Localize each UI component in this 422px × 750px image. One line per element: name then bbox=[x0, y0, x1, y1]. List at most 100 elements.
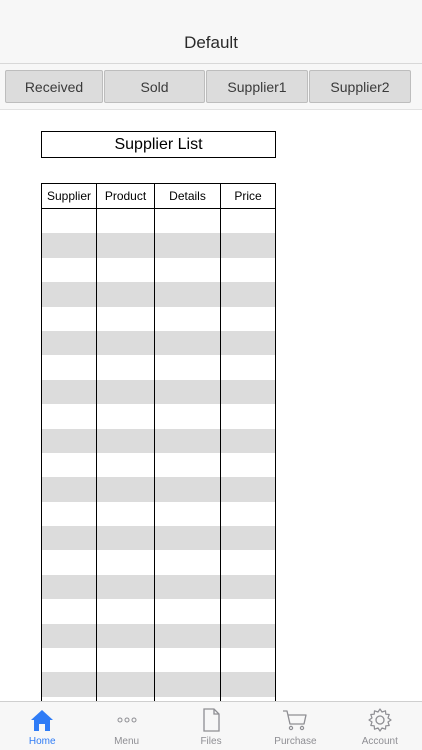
table-cell bbox=[221, 307, 275, 331]
table-cell bbox=[155, 306, 221, 331]
file-icon bbox=[203, 708, 220, 732]
supplier-table: Supplier Product Details Price bbox=[41, 183, 276, 703]
table-row[interactable] bbox=[42, 379, 275, 405]
supplier-list-title: Supplier List bbox=[41, 131, 276, 158]
table-cell bbox=[155, 672, 221, 697]
table-cell bbox=[155, 574, 221, 600]
tab-files[interactable]: Files bbox=[169, 702, 253, 750]
table-cell bbox=[221, 331, 275, 355]
table-cell bbox=[221, 355, 275, 379]
tab-purchase[interactable]: Purchase bbox=[253, 702, 337, 750]
table-cell bbox=[97, 306, 155, 331]
table-cell bbox=[42, 379, 97, 405]
table-row[interactable] bbox=[42, 330, 275, 356]
table-cell bbox=[155, 550, 221, 575]
table-cell bbox=[97, 452, 155, 478]
segment-supplier2[interactable]: Supplier2 bbox=[309, 70, 411, 103]
tab-files-label: Files bbox=[200, 736, 222, 747]
table-cell bbox=[155, 599, 221, 624]
table-cell bbox=[221, 429, 275, 453]
table-row[interactable] bbox=[42, 648, 275, 673]
table-cell bbox=[42, 477, 97, 502]
table-row[interactable] bbox=[42, 452, 275, 478]
table-row[interactable] bbox=[42, 599, 275, 624]
column-header-details: Details bbox=[155, 184, 221, 208]
table-cell bbox=[42, 452, 97, 478]
tab-menu[interactable]: Menu bbox=[84, 702, 168, 750]
table-cell bbox=[97, 477, 155, 502]
table-row[interactable] bbox=[42, 477, 275, 502]
table-cell bbox=[155, 355, 221, 380]
table-cell bbox=[97, 355, 155, 380]
table-cell bbox=[97, 404, 155, 429]
table-cell bbox=[42, 648, 97, 673]
navigation-bar: Default bbox=[0, 0, 422, 64]
table-cell bbox=[97, 233, 155, 258]
table-cell bbox=[42, 574, 97, 600]
cart-icon bbox=[283, 710, 308, 731]
table-row[interactable] bbox=[42, 209, 275, 234]
table-cell bbox=[155, 477, 221, 502]
table-cell bbox=[42, 330, 97, 356]
table-row[interactable] bbox=[42, 428, 275, 453]
table-cell bbox=[155, 526, 221, 551]
table-cell bbox=[221, 526, 275, 550]
segment-supplier1[interactable]: Supplier1 bbox=[206, 70, 308, 103]
table-cell bbox=[42, 623, 97, 649]
table-row[interactable] bbox=[42, 306, 275, 331]
table-cell bbox=[221, 624, 275, 648]
tab-account[interactable]: Account bbox=[338, 702, 422, 750]
table-header: Supplier Product Details Price bbox=[42, 184, 275, 209]
table-cell bbox=[221, 404, 275, 428]
table-cell bbox=[221, 258, 275, 282]
table-row[interactable] bbox=[42, 550, 275, 575]
table-cell bbox=[97, 501, 155, 527]
dots-icon bbox=[117, 717, 137, 723]
table-cell bbox=[97, 526, 155, 551]
table-cell bbox=[221, 282, 275, 306]
table-cell bbox=[97, 672, 155, 697]
table-cell bbox=[155, 209, 221, 234]
tab-purchase-label: Purchase bbox=[274, 736, 317, 747]
table-cell bbox=[97, 648, 155, 673]
table-cell bbox=[155, 428, 221, 453]
table-row[interactable] bbox=[42, 623, 275, 649]
table-cell bbox=[221, 672, 275, 696]
table-row[interactable] bbox=[42, 672, 275, 697]
table-row[interactable] bbox=[42, 501, 275, 527]
table-cell bbox=[97, 599, 155, 624]
tab-menu-label: Menu bbox=[114, 736, 140, 747]
table-cell bbox=[221, 502, 275, 526]
column-header-product: Product bbox=[97, 184, 155, 208]
table-row[interactable] bbox=[42, 257, 275, 283]
table-row[interactable] bbox=[42, 282, 275, 307]
table-row[interactable] bbox=[42, 526, 275, 551]
table-cell bbox=[42, 257, 97, 283]
segment-control: Received Sold Supplier1 Supplier2 bbox=[0, 64, 422, 110]
segment-received[interactable]: Received bbox=[5, 70, 103, 103]
table-cell bbox=[97, 257, 155, 283]
table-cell bbox=[155, 330, 221, 356]
table-cell bbox=[155, 623, 221, 649]
table-row[interactable] bbox=[42, 574, 275, 600]
table-cell bbox=[42, 306, 97, 331]
table-cell bbox=[221, 599, 275, 623]
table-cell bbox=[42, 501, 97, 527]
tab-account-label: Account bbox=[361, 736, 398, 747]
table-row[interactable] bbox=[42, 404, 275, 429]
table-cell bbox=[221, 575, 275, 599]
table-cell bbox=[97, 330, 155, 356]
table-cell bbox=[155, 648, 221, 673]
table-cell bbox=[221, 209, 275, 233]
tab-home-label: Home bbox=[28, 736, 56, 747]
segment-sold[interactable]: Sold bbox=[104, 70, 205, 103]
table-row[interactable] bbox=[42, 233, 275, 258]
gear-icon bbox=[368, 708, 392, 732]
table-row[interactable] bbox=[42, 355, 275, 380]
table-cell bbox=[42, 550, 97, 575]
table-cell bbox=[42, 404, 97, 429]
tab-home[interactable]: Home bbox=[0, 702, 84, 750]
table-cell bbox=[97, 428, 155, 453]
table-cell bbox=[97, 623, 155, 649]
table-cell bbox=[42, 355, 97, 380]
